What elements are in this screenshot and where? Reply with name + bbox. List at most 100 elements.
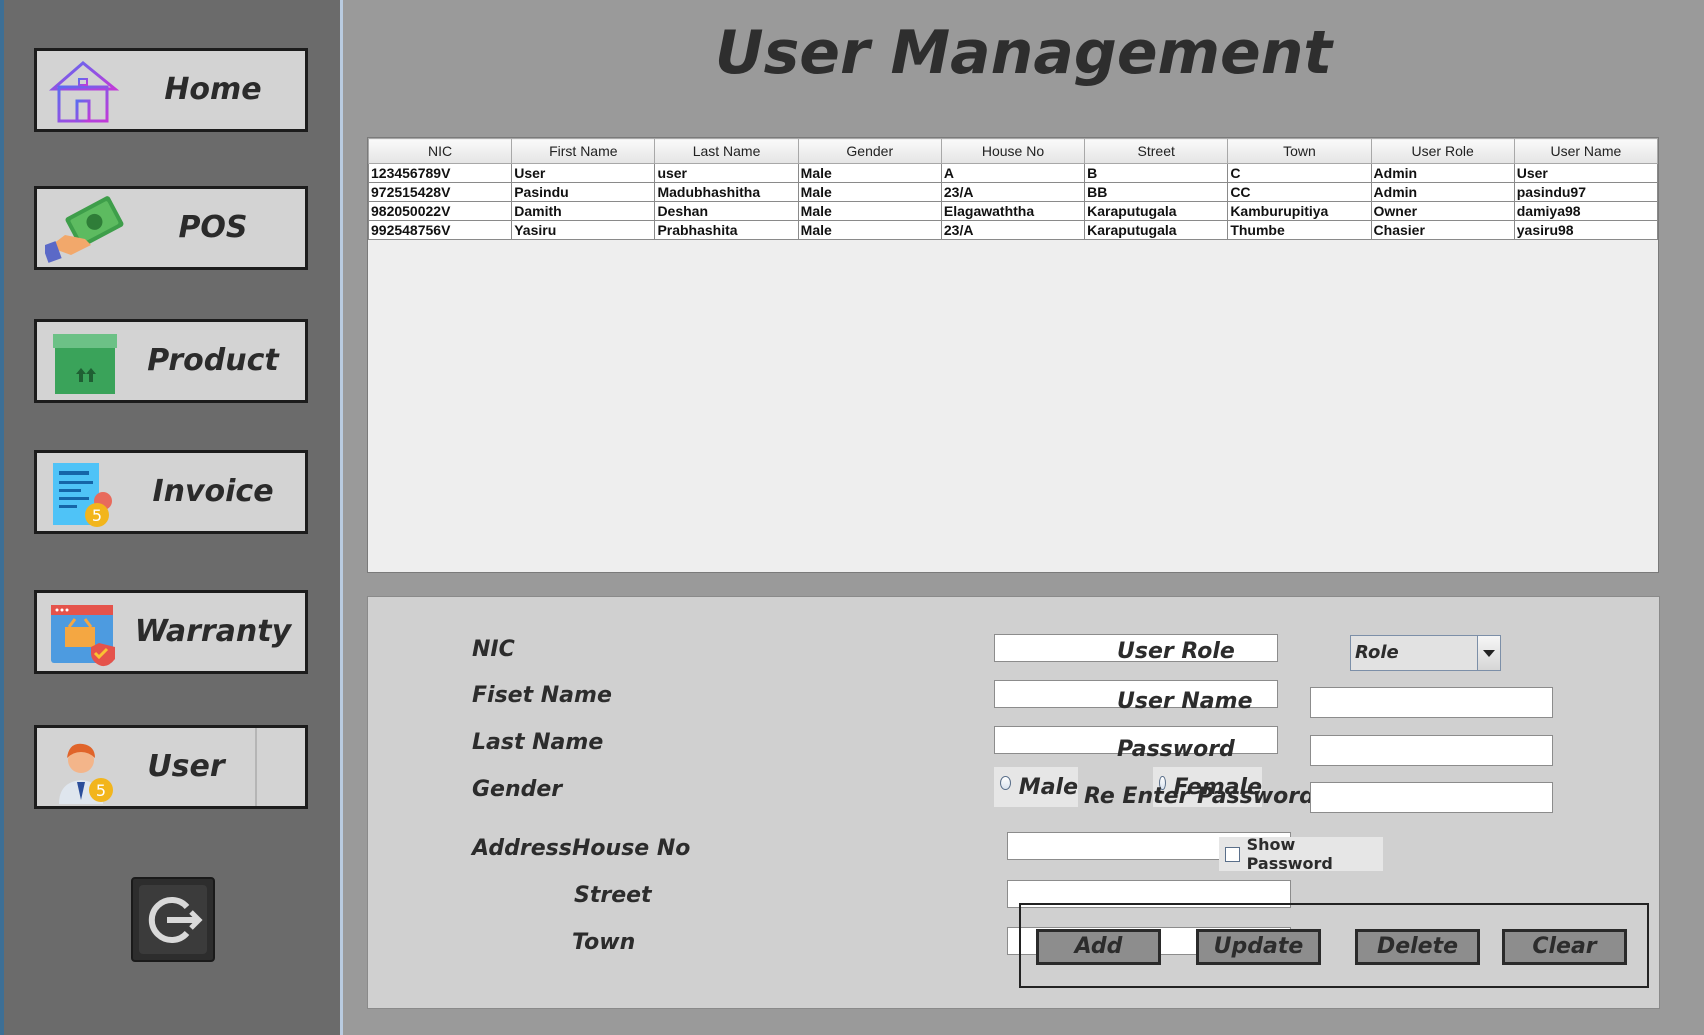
table-cell[interactable]: Madubhashitha [654,182,799,202]
table-header-row: NIC First Name Last Name Gender House No… [367,138,1659,164]
col-header-town[interactable]: Town [1227,138,1372,164]
table-cell[interactable]: BB [1084,182,1229,202]
table-cell[interactable]: damiya98 [1513,201,1659,221]
pos-nav-button[interactable]: POS [34,186,308,270]
house-icon [48,61,120,125]
product-nav-button[interactable]: Product [34,319,308,403]
col-header-user-role[interactable]: User Role [1370,138,1515,164]
table-cell[interactable]: 23/A [940,220,1086,240]
male-radio[interactable]: Male [994,767,1078,807]
user-name-label: User Name [1117,689,1253,714]
show-password-label: Show Password [1246,835,1333,873]
table-cell[interactable]: Prabhashita [654,220,799,240]
street-label: Street [574,883,652,908]
table-row[interactable]: 982050022V Damith Deshan Male Elagawatht… [367,201,1659,221]
logout-button[interactable] [131,877,215,962]
town-label: Town [572,930,636,955]
col-header-user-name[interactable]: User Name [1513,138,1659,164]
table-cell[interactable]: Admin [1370,182,1515,202]
gender-label: Gender [472,777,563,802]
table-cell[interactable]: Male [797,163,942,183]
clear-button[interactable]: Clear [1502,929,1627,965]
checkbox-box[interactable] [1225,846,1240,862]
box-icon [53,334,117,394]
table-cell[interactable]: yasiru98 [1513,220,1659,240]
action-button-panel: Add Update Delete Clear [1019,903,1649,988]
col-header-street[interactable]: Street [1084,138,1229,164]
warranty-nav-label: Warranty [134,614,292,649]
table-cell[interactable]: Thumbe [1227,220,1372,240]
table-cell[interactable]: B [1084,163,1229,183]
user-role-select[interactable]: Role [1350,635,1501,671]
table-cell[interactable]: Male [797,220,942,240]
col-header-last-name[interactable]: Last Name [654,138,799,164]
table-cell[interactable]: C [1227,163,1372,183]
product-nav-label: Product [147,343,279,378]
money-hand-icon [45,196,124,263]
col-header-nic[interactable]: NIC [367,138,513,164]
user-form-panel: NIC Fiset Name Last Name Gender Male Fem… [367,596,1660,1009]
password-input[interactable] [1310,735,1553,766]
male-radio-circle[interactable] [1000,776,1011,790]
table-cell[interactable]: Deshan [654,201,799,221]
user-avatar-icon: 5 [59,743,113,804]
table-cell[interactable]: Karaputugala [1084,201,1229,221]
first-name-label: Fiset Name [472,683,612,708]
col-header-house-no[interactable]: House No [940,138,1086,164]
table-cell[interactable]: 992548756V [367,220,513,240]
house-no-label: House No [572,836,691,861]
user-table-grid: NIC First Name Last Name Gender House No… [367,138,1659,240]
home-nav-button[interactable]: Home [34,48,308,132]
warranty-shield-icon [51,605,115,667]
delete-button[interactable]: Delete [1355,929,1480,965]
table-cell[interactable]: User [1513,163,1659,183]
table-cell[interactable]: Chasier [1370,220,1515,240]
col-header-first-name[interactable]: First Name [511,138,656,164]
svg-text:5: 5 [92,506,102,525]
user-name-input[interactable] [1310,687,1553,718]
nic-label: NIC [472,637,515,662]
col-header-gender[interactable]: Gender [797,138,942,164]
user-nav-separator [255,728,257,806]
table-row[interactable]: 972515428V Pasindu Madubhashitha Male 23… [367,182,1659,202]
update-button[interactable]: Update [1196,929,1321,965]
user-nav-button[interactable]: 5 User [34,725,308,809]
logout-icon [139,885,207,954]
male-radio-label: Male [1018,774,1078,800]
table-cell[interactable]: CC [1227,182,1372,202]
table-cell[interactable]: Kamburupitiya [1227,201,1372,221]
table-cell[interactable]: Male [797,201,942,221]
show-password-checkbox[interactable]: Show Password [1219,835,1383,873]
table-cell[interactable]: Owner [1370,201,1515,221]
add-button[interactable]: Add [1036,929,1161,965]
pos-nav-label: POS [178,210,248,245]
table-cell[interactable]: pasindu97 [1513,182,1659,202]
main-content: User Management NIC First Name Last Name… [343,0,1704,1035]
warranty-nav-button[interactable]: Warranty [34,590,308,674]
table-cell[interactable]: Yasiru [511,220,656,240]
user-nav-label: User [147,749,225,784]
table-cell[interactable]: 23/A [940,182,1086,202]
user-role-selected: Role [1355,642,1399,663]
chevron-down-icon[interactable] [1477,636,1500,670]
table-cell[interactable]: Admin [1370,163,1515,183]
table-cell[interactable]: Male [797,182,942,202]
page-title: User Management [714,18,1333,88]
table-cell[interactable]: Pasindu [511,182,656,202]
table-cell[interactable]: 972515428V [367,182,513,202]
table-cell[interactable]: 123456789V [367,163,513,183]
table-cell[interactable]: user [654,163,799,183]
table-cell[interactable]: Damith [511,201,656,221]
table-row[interactable]: 123456789V User user Male A B C Admin Us… [367,163,1659,183]
table-cell[interactable]: 982050022V [367,201,513,221]
table-cell[interactable]: Karaputugala [1084,220,1229,240]
invoice-nav-button[interactable]: 5 Invoice [34,450,308,534]
table-cell[interactable]: Elagawaththa [940,201,1086,221]
table-cell[interactable]: User [511,163,656,183]
invoice-icon: 5 [53,463,112,527]
user-table[interactable]: NIC First Name Last Name Gender House No… [367,137,1659,573]
reenter-password-label: Re Enter Password [1084,784,1315,809]
table-row[interactable]: 992548756V Yasiru Prabhashita Male 23/A … [367,220,1659,240]
table-cell[interactable]: A [940,163,1086,183]
reenter-password-input[interactable] [1310,782,1553,813]
